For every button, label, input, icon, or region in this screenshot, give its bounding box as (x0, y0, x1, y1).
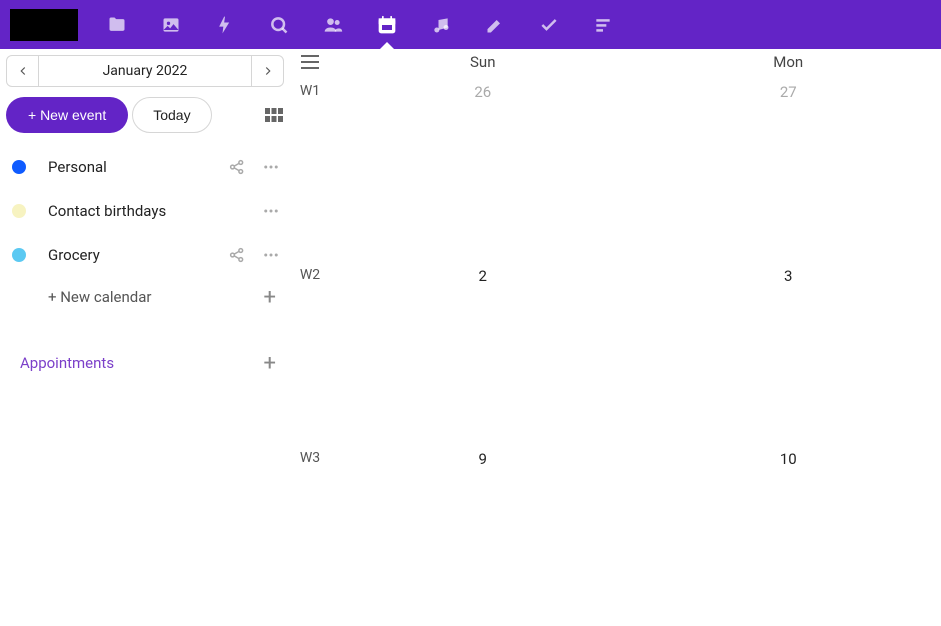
hamburger-menu-icon[interactable] (290, 49, 330, 75)
add-appointment-button[interactable]: + (264, 351, 276, 376)
week-label[interactable]: W3 (290, 442, 330, 626)
current-period-label[interactable]: January 2022 (39, 56, 251, 86)
calendar-item[interactable]: Personal (6, 145, 284, 189)
day-cell[interactable]: 10 (636, 442, 941, 626)
search-icon[interactable] (252, 0, 306, 49)
day-cell[interactable]: 27 (636, 75, 941, 259)
tasks-icon[interactable] (522, 0, 576, 49)
calendar-color-dot (12, 248, 26, 262)
grid-view-icon[interactable] (264, 105, 284, 125)
more-icon[interactable] (262, 246, 280, 264)
day-cell[interactable]: 9 (330, 442, 636, 626)
day-cells: 23 (330, 259, 941, 443)
calendar-actions (228, 158, 280, 176)
plus-icon: + (264, 285, 276, 310)
day-headers: SunMon (330, 49, 941, 75)
notes-icon[interactable] (468, 0, 522, 49)
week-row: W3910 (290, 442, 941, 626)
photos-icon[interactable] (144, 0, 198, 49)
more-icon[interactable] (262, 158, 280, 176)
calendar-item[interactable]: Contact birthdays (6, 189, 284, 233)
day-header: Sun (330, 49, 636, 75)
list-icon[interactable] (576, 0, 630, 49)
day-cell[interactable]: 26 (330, 75, 636, 259)
nav-icon-row (90, 0, 630, 49)
calendar-color-dot (12, 160, 26, 174)
calendar-actions (262, 202, 280, 220)
share-icon[interactable] (228, 246, 246, 264)
day-cell[interactable]: 2 (330, 259, 636, 443)
calendar-label: Contact birthdays (48, 202, 262, 220)
app-logo[interactable] (10, 9, 78, 41)
day-cell[interactable]: 3 (636, 259, 941, 443)
music-icon[interactable] (414, 0, 468, 49)
calendar-label: Personal (48, 158, 228, 176)
new-calendar-label: + New calendar (48, 288, 151, 306)
appointments-section: Appointments + (6, 345, 284, 381)
new-event-button[interactable]: + New event (6, 97, 128, 133)
day-header: Mon (636, 49, 941, 75)
contacts-icon[interactable] (306, 0, 360, 49)
today-button[interactable]: Today (132, 97, 211, 133)
date-navigator: January 2022 (6, 55, 284, 87)
main-content: January 2022 + New event Today Personal C… (0, 49, 941, 626)
files-icon[interactable] (90, 0, 144, 49)
weeks-container: W12627W223W3910 (290, 75, 941, 626)
week-row: W12627 (290, 75, 941, 259)
action-row: + New event Today (6, 97, 284, 133)
week-row: W223 (290, 259, 941, 443)
calendar-list: Personal Contact birthdays Grocery (6, 145, 284, 277)
top-navigation-bar (0, 0, 941, 49)
calendar-actions (228, 246, 280, 264)
sidebar: January 2022 + New event Today Personal C… (0, 49, 290, 626)
new-calendar-button[interactable]: + New calendar + (6, 277, 284, 317)
day-cells: 2627 (330, 75, 941, 259)
calendar-header-row: SunMon (290, 49, 941, 75)
more-icon[interactable] (262, 202, 280, 220)
appointments-label[interactable]: Appointments (20, 354, 264, 372)
week-label[interactable]: W2 (290, 259, 330, 443)
day-cells: 910 (330, 442, 941, 626)
calendar-icon[interactable] (360, 0, 414, 49)
calendar-color-dot (12, 204, 26, 218)
share-icon[interactable] (228, 158, 246, 176)
calendar-item[interactable]: Grocery (6, 233, 284, 277)
week-label[interactable]: W1 (290, 75, 330, 259)
prev-month-button[interactable] (7, 56, 39, 86)
calendar-label: Grocery (48, 246, 228, 264)
next-month-button[interactable] (251, 56, 283, 86)
calendar-grid-area: SunMon W12627W223W3910 (290, 49, 941, 626)
activity-icon[interactable] (198, 0, 252, 49)
